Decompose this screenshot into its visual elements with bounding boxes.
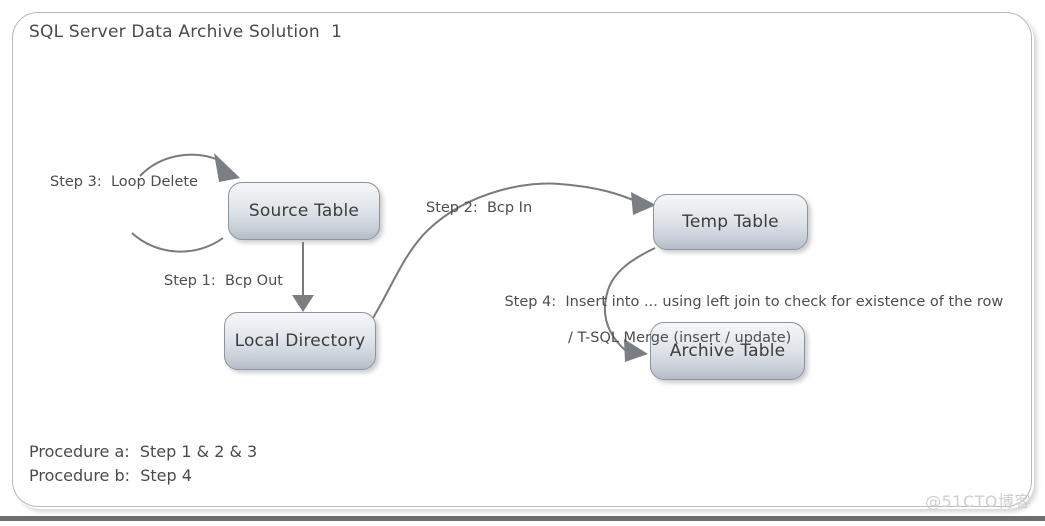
node-local-directory-label: Local Directory [234, 331, 366, 351]
diagram-frame [12, 12, 1032, 507]
edge-label-step2: Step 2: Bcp In [426, 200, 533, 216]
node-temp-table[interactable]: Temp Table [653, 194, 808, 250]
procedure-item-a: Procedure a: Step 1 & 2 & 3 [29, 442, 258, 461]
procedure-list: Procedure a: Step 1 & 2 & 3 Procedure b:… [29, 440, 257, 488]
edge-label-step4-line2: / T-SQL Merge (insert / update) [568, 330, 792, 346]
edge-label-step4-line1: Step 4: Insert into ... using left join … [504, 294, 1004, 310]
node-temp-table-label: Temp Table [682, 212, 779, 232]
diagram-canvas: SQL Server Data Archive Solution 1 Sourc… [0, 0, 1045, 526]
node-source-table-label: Source Table [248, 201, 360, 221]
diagram-title: SQL Server Data Archive Solution 1 [29, 22, 343, 42]
node-local-directory[interactable]: Local Directory [224, 312, 376, 370]
watermark: @51CTO博客 [925, 492, 1031, 511]
edge-label-step3: Step 3: Loop Delete [50, 174, 198, 190]
edge-label-step4: Step 4: Insert into ... using left join … [486, 275, 1003, 383]
procedure-item-b: Procedure b: Step 4 [29, 466, 192, 485]
node-source-table[interactable]: Source Table [228, 182, 380, 240]
edge-label-step1: Step 1: Bcp Out [164, 273, 283, 289]
bottom-strip-lower [0, 521, 1045, 526]
